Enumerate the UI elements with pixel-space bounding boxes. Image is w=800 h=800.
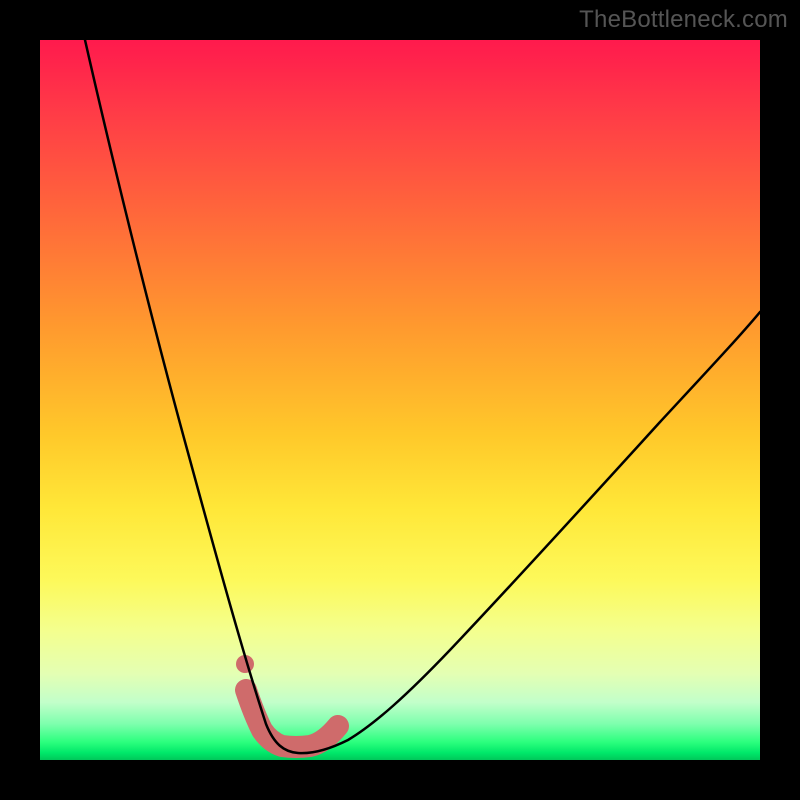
bottleneck-curve [85,40,760,753]
watermark-text: TheBottleneck.com [579,6,788,34]
highlight-valley [246,690,338,747]
chart-svg [40,40,760,760]
outer-frame: TheBottleneck.com [0,0,800,800]
plot-area [40,40,760,760]
